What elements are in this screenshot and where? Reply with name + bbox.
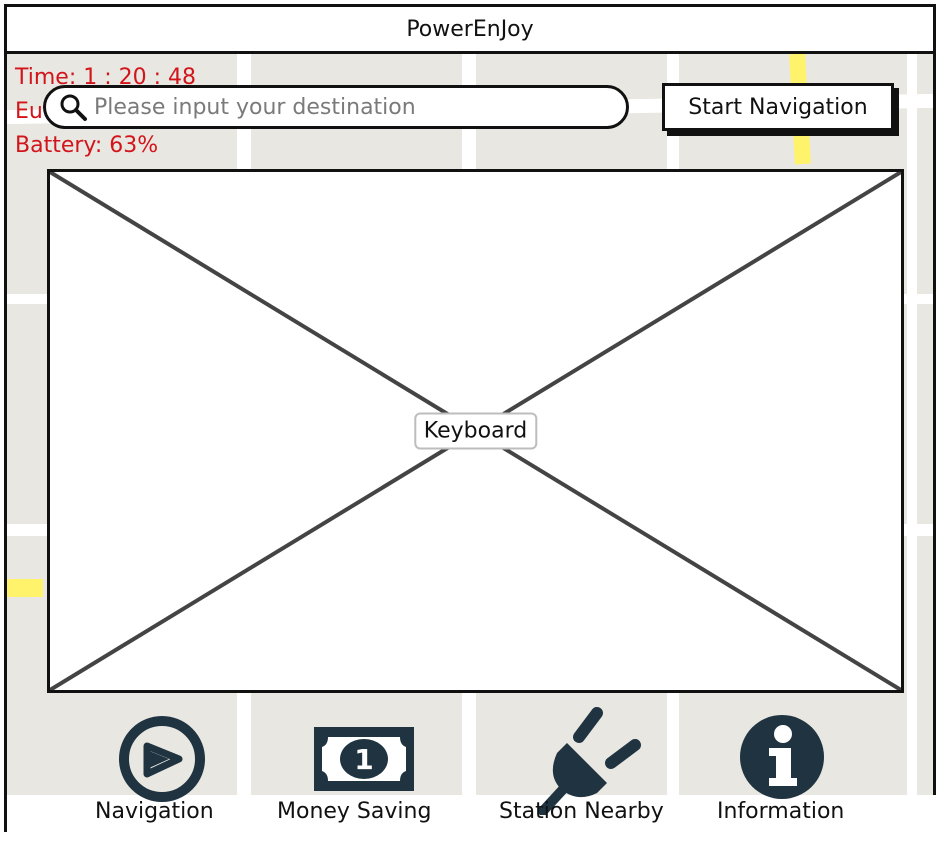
nav-label-money-saving[interactable]: Money Saving — [277, 799, 431, 824]
info-icon[interactable] — [739, 714, 825, 800]
svg-text:1: 1 — [354, 743, 373, 776]
destination-input[interactable] — [88, 94, 626, 120]
map-road — [907, 54, 917, 829]
map-highway — [7, 579, 43, 597]
banknote-icon[interactable]: 1 — [312, 725, 416, 793]
keyboard-label: Keyboard — [413, 412, 538, 450]
app-title: PowerEnJoy — [406, 16, 534, 42]
destination-search[interactable] — [43, 85, 629, 129]
euro-label: Eu — [15, 99, 43, 124]
app-window: PowerEnJoy Time: 1 : 20 : 48 Eu Battery:… — [4, 4, 942, 841]
title-bar: PowerEnJoy — [7, 7, 933, 54]
battery-label: Battery: 63% — [15, 133, 159, 158]
start-navigation-button[interactable]: Start Navigation — [662, 83, 894, 131]
nav-label-station-nearby[interactable]: Station Nearby — [499, 799, 664, 824]
compass-icon[interactable] — [117, 714, 207, 804]
nav-label-navigation[interactable]: Navigation — [95, 799, 214, 824]
keyboard-placeholder[interactable]: Keyboard — [47, 169, 904, 693]
search-icon — [60, 94, 87, 121]
nav-label-information[interactable]: Information — [717, 799, 844, 824]
